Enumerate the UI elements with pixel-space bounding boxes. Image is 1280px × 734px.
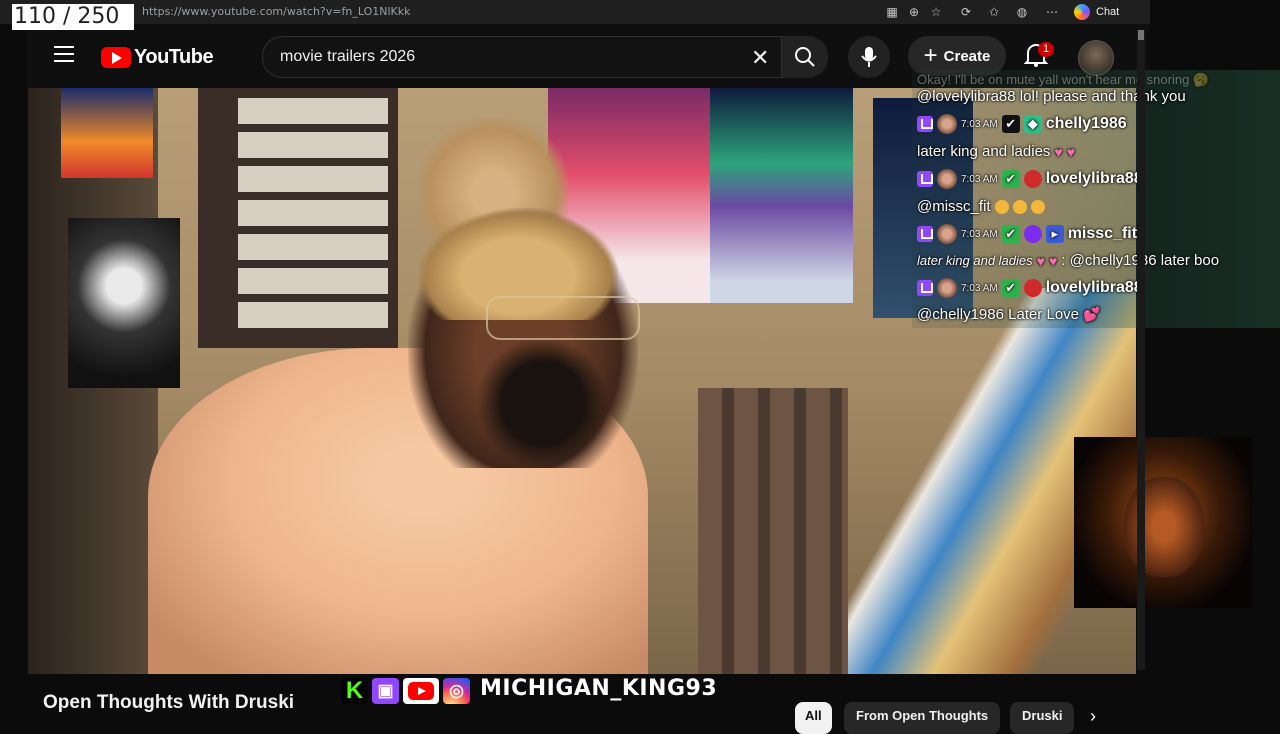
- twitch-icon: [917, 116, 933, 132]
- heart-emote-icon: ♥: [1054, 143, 1063, 160]
- search-button[interactable]: [782, 36, 828, 78]
- purple-badge-icon: [1023, 225, 1042, 243]
- chat-username: missc_fit: [1067, 225, 1138, 242]
- streamer-face: [1124, 477, 1204, 577]
- more-menu-icon[interactable]: ⋯: [1044, 4, 1060, 20]
- user-avatar: [937, 224, 957, 244]
- extension-icon[interactable]: ⟳: [958, 4, 974, 20]
- voice-search-button[interactable]: [848, 36, 890, 78]
- red-badge-icon: [1023, 170, 1042, 188]
- logo-text: YouTube: [134, 46, 214, 68]
- chat-message: @lovelylibra88 lol! please and thank you: [917, 88, 1186, 105]
- heart-emote-icon: ♥: [1036, 252, 1045, 269]
- chat-message-partial: Okay! I'll be on mute yall won't hear me…: [917, 72, 1210, 87]
- chat-time: 7:03 AM: [961, 282, 998, 294]
- favorites-icon[interactable]: ✩: [986, 4, 1002, 20]
- chat-time: 7:03 AM: [961, 228, 998, 240]
- chip-all[interactable]: All: [795, 702, 832, 734]
- twitch-icon: ▣: [372, 678, 399, 704]
- search-icon: [795, 47, 815, 67]
- zoom-icon[interactable]: ⊕: [906, 4, 922, 20]
- checkmark-badge-icon: ✔: [1001, 225, 1020, 243]
- clear-search-icon[interactable]: ✕: [751, 45, 769, 71]
- chat-header: 7:03 AM ✔ ◆ chelly1986: [917, 114, 1127, 134]
- notification-count-badge: 1: [1038, 42, 1055, 57]
- address-bar[interactable]: https://www.youtube.com/watch?v=fn_LO1Nl…: [142, 5, 410, 18]
- scrollbar-thumb[interactable]: [1138, 30, 1144, 40]
- progress-counter: 110 / 250: [12, 4, 134, 30]
- chat-header: 7:03 AM ✔ lovelylibra88: [917, 278, 1143, 298]
- chat-label: Chat: [1096, 6, 1120, 18]
- heart-emote-icon: ♥: [1066, 143, 1076, 160]
- youtube-icon: [403, 678, 439, 704]
- laughing-emoji-icon: [994, 199, 1009, 214]
- chat-message-text: later king and ladies: [917, 143, 1051, 160]
- video-title: Open Thoughts With Druski: [43, 692, 295, 713]
- man-glasses: [486, 296, 640, 340]
- create-label: Create: [943, 47, 991, 65]
- chat-username: chelly1986: [1045, 115, 1127, 132]
- chat-message-text: @lovelylibra88 lol! please and thank you: [917, 88, 1186, 105]
- chat-message: @chelly1986 Later Love 💕: [917, 306, 1100, 323]
- chip-from-open-thoughts[interactable]: From Open Thoughts: [844, 702, 1001, 734]
- instagram-icon: ◎: [443, 678, 470, 704]
- kick-icon: K: [341, 677, 368, 704]
- youtube-play-icon: [101, 47, 131, 68]
- social-icons: K ▣ ◎: [341, 677, 470, 704]
- chat-message: later king and ladies ♥ ♥: [917, 143, 1075, 160]
- chat-header: 7:03 AM ✔ ▸ missc_fit: [917, 224, 1137, 244]
- browser-toolbar: https://www.youtube.com/watch?v=fn_LO1Nl…: [0, 0, 1150, 24]
- chat-message: later king and ladies ♥ ♥ : @chelly1986 …: [917, 252, 1219, 269]
- hamburger-menu-icon[interactable]: [54, 46, 74, 62]
- chat-time: 7:03 AM: [961, 173, 998, 185]
- aurora-painting: [710, 88, 853, 303]
- heart-emote-icon: ♥: [1048, 252, 1058, 269]
- chat-username: lovelylibra88: [1045, 170, 1143, 187]
- chat-reply-quote: later king and ladies: [917, 253, 1033, 268]
- copilot-chat-button[interactable]: Chat: [1074, 3, 1119, 21]
- search-query-text: movie trailers 2026: [280, 48, 416, 65]
- hearts-emoji-icon: 💕: [1083, 306, 1101, 322]
- hanging-aprons: [698, 388, 848, 674]
- user-avatar: [937, 114, 957, 134]
- chevron-right-icon[interactable]: ›: [1090, 706, 1096, 727]
- sub-badge-icon: ◆: [1023, 115, 1042, 133]
- youtube-logo[interactable]: YouTube: [101, 46, 214, 69]
- reader-view-icon[interactable]: ▦: [884, 4, 900, 20]
- profile-icon[interactable]: ◍: [1014, 4, 1030, 20]
- checkmark-badge-icon: ✔: [1001, 279, 1020, 297]
- microphone-icon: [861, 47, 877, 67]
- page-scrollbar[interactable]: [1137, 30, 1145, 670]
- rules-signs: [238, 98, 388, 328]
- user-avatar: [937, 169, 957, 189]
- streamer-facecam: [1074, 437, 1252, 608]
- chat-username: lovelylibra88: [1045, 279, 1143, 296]
- stream-chat-overlay: Okay! I'll be on mute yall won't hear me…: [912, 70, 1280, 328]
- twitch-icon: [917, 226, 933, 242]
- favorite-star-icon[interactable]: ☆: [928, 4, 944, 20]
- chat-message-text: @missc_fit: [917, 198, 991, 215]
- search-input[interactable]: movie trailers 2026 ✕: [262, 36, 782, 78]
- chip-druski[interactable]: Druski: [1010, 702, 1074, 734]
- plus-icon: +: [923, 42, 938, 69]
- video-badge-icon: ▸: [1045, 225, 1064, 243]
- man-beard: [478, 338, 608, 468]
- laughing-emoji-icon: [1012, 199, 1027, 214]
- chat-header: 7:03 AM ✔ lovelylibra88: [917, 169, 1143, 189]
- red-badge-icon: [1023, 279, 1042, 297]
- verified-badge-icon: ✔: [1001, 115, 1020, 133]
- sunset-painting: [61, 88, 153, 178]
- moon-painting: [68, 218, 180, 388]
- chat-message-text: @chelly1986 Later Love: [917, 306, 1079, 323]
- twitch-icon: [917, 171, 933, 187]
- streamer-handle: MICHIGAN_KING93: [480, 676, 718, 701]
- laughing-emoji-icon: [1030, 199, 1045, 214]
- copilot-icon: [1074, 4, 1090, 20]
- twitch-icon: [917, 280, 933, 296]
- chat-time: 7:03 AM: [961, 118, 998, 130]
- user-avatar: [937, 278, 957, 298]
- checkmark-badge-icon: ✔: [1001, 170, 1020, 188]
- chat-message: @missc_fit: [917, 198, 1045, 215]
